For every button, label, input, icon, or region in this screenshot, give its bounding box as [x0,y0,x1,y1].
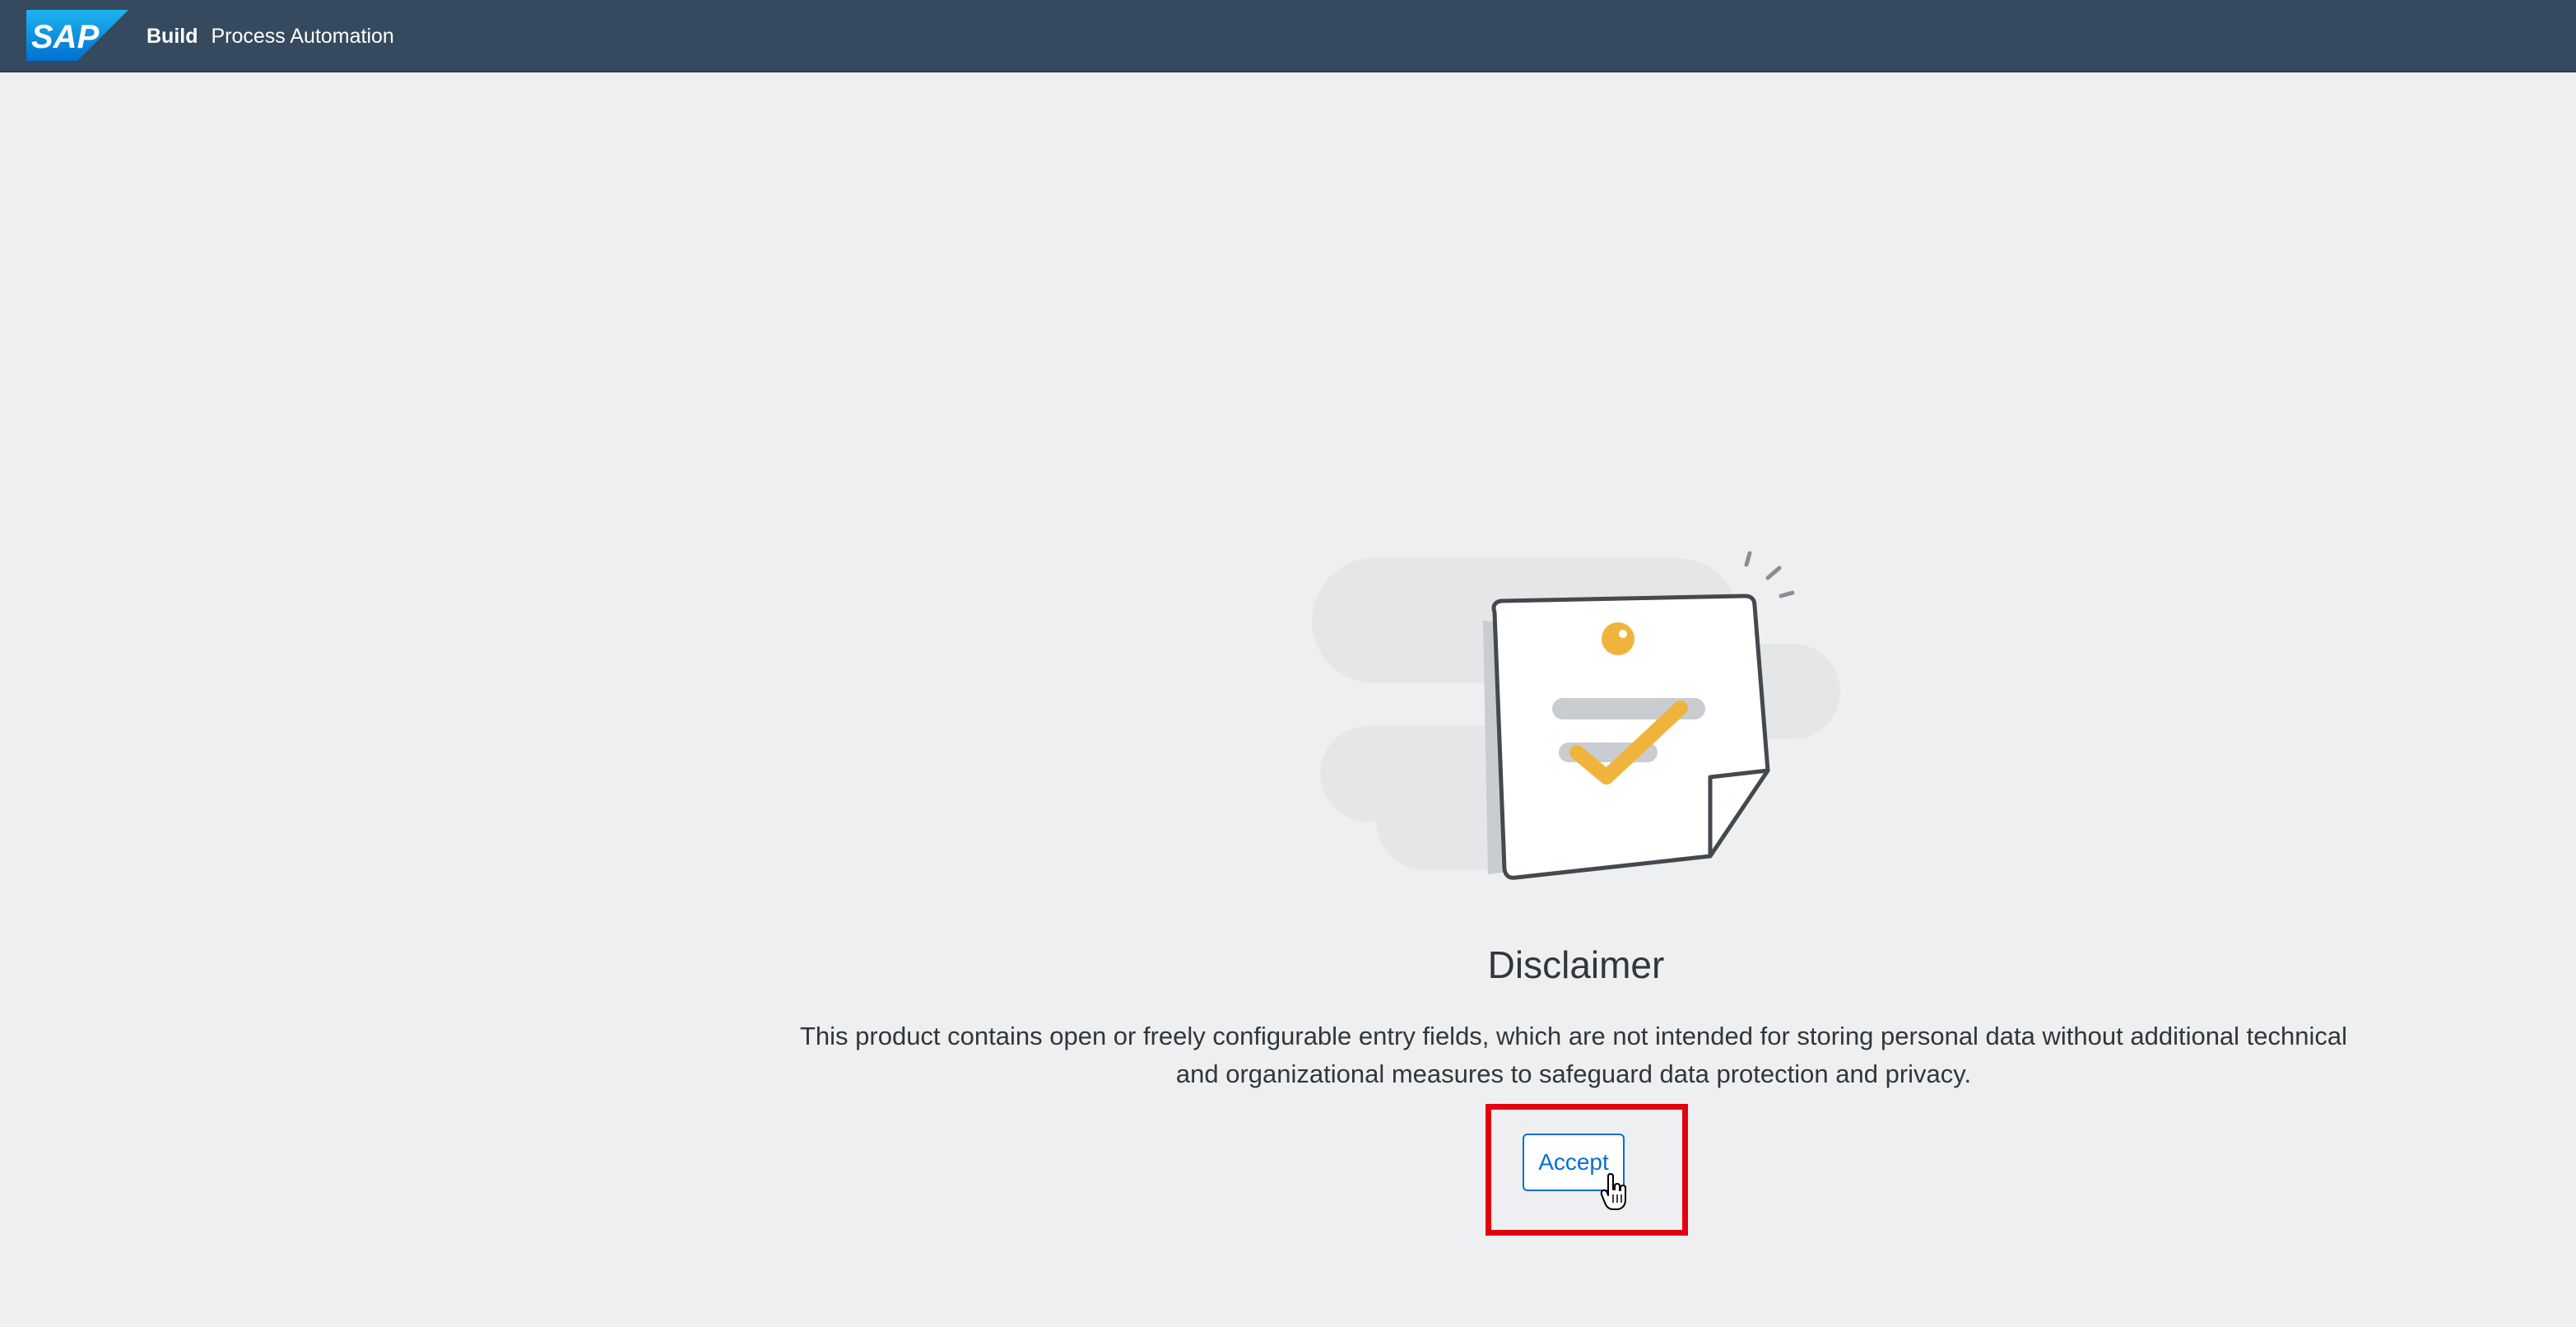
shell-bar: SAP Build Process Automation [0,0,2576,72]
shell-brand: Build Process Automation [146,0,394,72]
disclaimer-title: Disclaimer [1487,943,1665,986]
app-name: Process Automation [211,24,394,48]
sticky-note-checkmark-icon [1312,551,1840,880]
disclaimer-description: This product contains open or freely con… [765,1017,2382,1093]
disclaimer-description-line-2: and organizational measures to safeguard… [1175,1059,1972,1088]
disclaimer-description-line-1: This product contains open or freely con… [799,1022,2348,1050]
product-name: Build [146,24,198,48]
hand-cursor-icon [1600,1173,1626,1210]
svg-text:SAP: SAP [31,19,100,55]
sap-logo[interactable]: SAP [26,10,128,61]
